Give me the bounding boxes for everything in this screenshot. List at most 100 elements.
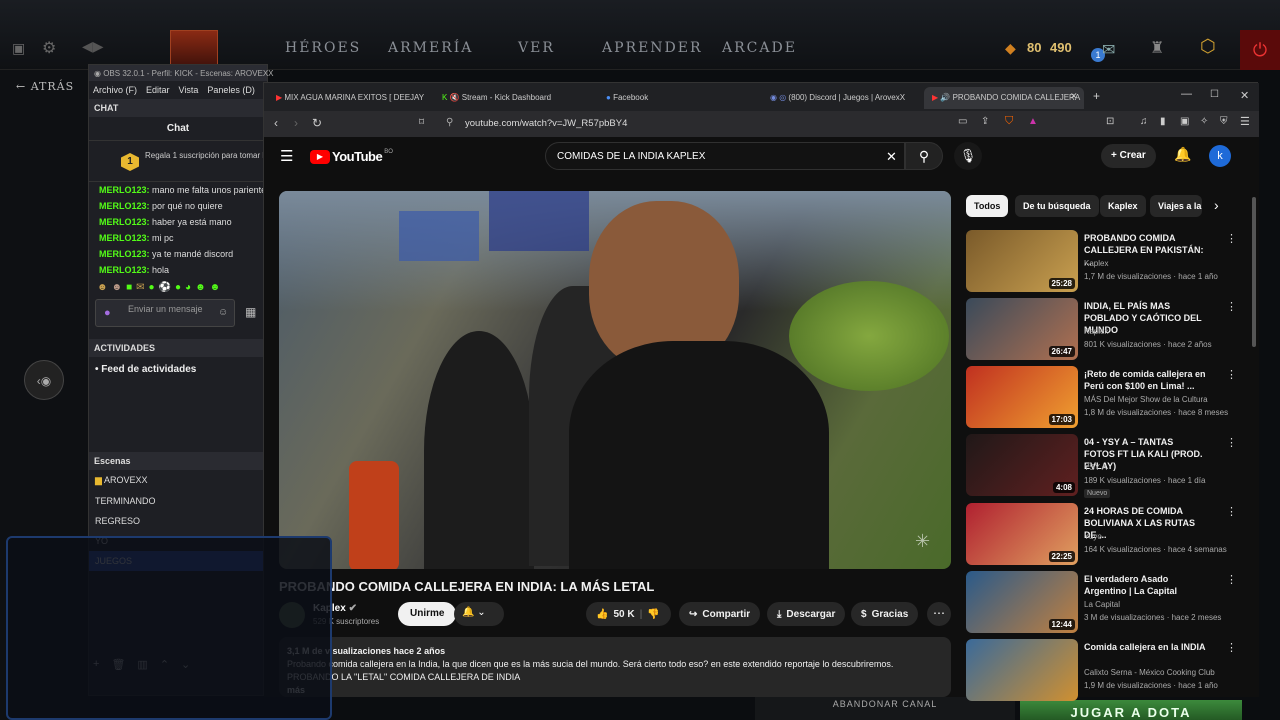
video-thumbnail[interactable]: 17:03: [966, 366, 1078, 428]
recommended-video[interactable]: 17:03 ¡Reto de comida callejera en Perú c…: [966, 366, 1237, 430]
clear-search-icon[interactable]: ✕: [886, 149, 897, 165]
nav-learn[interactable]: APRENDER: [602, 40, 703, 56]
emote-icon[interactable]: ✉: [136, 282, 144, 293]
chat-username[interactable]: MERLO123:: [99, 201, 150, 211]
scene-item[interactable]: TERMINANDO: [89, 491, 267, 511]
chip-channel[interactable]: Kaplex: [1100, 195, 1146, 217]
create-button[interactable]: + Crear: [1101, 144, 1156, 168]
scene-item[interactable]: REGRESO: [89, 511, 267, 531]
youtube-logo[interactable]: ▶ YouTube BO: [310, 149, 393, 164]
sidebar-icon[interactable]: ⊡: [1106, 116, 1114, 127]
recommended-video[interactable]: 12:44 El verdadero Asado Argentino | La C…: [966, 571, 1237, 635]
menu-file[interactable]: Archivo (F): [93, 85, 137, 95]
video-title[interactable]: Comida callejera en la INDIA: [1084, 641, 1206, 653]
menu-docks[interactable]: Paneles (D): [207, 85, 255, 95]
account-avatar[interactable]: k: [1209, 145, 1231, 167]
share-button[interactable]: ↪ Compartir: [679, 602, 761, 626]
more-options-icon[interactable]: ⋮: [1226, 436, 1237, 449]
power-icon[interactable]: ⏻: [1240, 30, 1280, 70]
scrollbar[interactable]: [1252, 197, 1256, 347]
emote-icon[interactable]: ☻: [97, 282, 108, 293]
recommended-video[interactable]: 22:25 24 HORAS DE COMIDA BOLIVIANA X LAS …: [966, 503, 1237, 567]
nav-watch[interactable]: VER: [518, 40, 555, 56]
emoji-icon[interactable]: ☺: [218, 307, 228, 318]
nav-arcade[interactable]: ARCADE: [722, 40, 797, 56]
recommended-video[interactable]: Comida callejera en la INDIA Calixto Sern…: [966, 639, 1237, 703]
video-player[interactable]: ✳: [279, 191, 951, 569]
video-thumbnail[interactable]: 26:47: [966, 298, 1078, 360]
video-thumbnail[interactable]: 22:25: [966, 503, 1078, 565]
more-options-icon[interactable]: ⋮: [1226, 232, 1237, 245]
nav-heroes[interactable]: HÉROES: [285, 40, 361, 56]
chevron-right-icon[interactable]: ›: [1214, 197, 1219, 213]
tab-youtube-active[interactable]: ▶ 🔊 PROBANDO COMIDA CALLEJERA: [924, 87, 1084, 109]
tab-facebook[interactable]: ● Facebook: [598, 87, 758, 109]
subscribe-bell-button[interactable]: 🔔 ⌄: [454, 602, 504, 626]
menu-icon[interactable]: ☰: [1240, 115, 1250, 128]
emote-icon[interactable]: ●: [175, 282, 181, 293]
side-avatar-icon[interactable]: ‹◉: [24, 360, 64, 400]
store-icon[interactable]: ▦: [245, 305, 256, 319]
more-options-icon[interactable]: ⋮: [1226, 641, 1237, 654]
channel-name[interactable]: YSY A: [1084, 463, 1107, 472]
plus-hex-icon[interactable]: ⬡: [1200, 36, 1216, 57]
description-box[interactable]: 3,1 M de visualizaciones hace 2 años Pro…: [279, 637, 951, 697]
emote-icon[interactable]: ●: [149, 282, 155, 293]
more-actions-icon[interactable]: ⋯: [927, 602, 951, 626]
chat-username[interactable]: MERLO123:: [99, 233, 150, 243]
vpn-icon[interactable]: ⛨: [1220, 116, 1228, 127]
url-field[interactable]: youtube.com/watch?v=JW_R57pbBY4: [465, 118, 627, 129]
thanks-button[interactable]: $ Gracias: [851, 602, 919, 626]
more-options-icon[interactable]: ⋮: [1226, 368, 1237, 381]
channel-name[interactable]: Kaplex: [1084, 327, 1108, 336]
brave-shield-icon[interactable]: ⛉: [1005, 115, 1013, 128]
tab-music[interactable]: ▶ MIX AGUA MARINA EXITOS [ DEEJAY: [268, 87, 428, 109]
chat-username[interactable]: MERLO123:: [99, 185, 150, 195]
bookmark-icon[interactable]: ⌑: [419, 117, 424, 128]
media-icon[interactable]: ♫: [1140, 116, 1148, 127]
chat-username[interactable]: MERLO123:: [99, 249, 150, 259]
more-options-icon[interactable]: ⋮: [1226, 300, 1237, 313]
more-options-icon[interactable]: ⋮: [1226, 505, 1237, 518]
arrows-icon[interactable]: ◀▶: [82, 38, 104, 55]
emote-icon[interactable]: ☻: [210, 282, 221, 293]
chip-travel[interactable]: Viajes a la: [1150, 195, 1202, 217]
download-button[interactable]: ⤓ Descargar: [767, 602, 846, 626]
forward-icon[interactable]: ›: [294, 116, 298, 130]
search-input[interactable]: COMIDAS DE LA INDIA KAPLEX ✕: [545, 142, 905, 170]
emote-icon[interactable]: ☻: [195, 282, 206, 293]
tab-discord[interactable]: ◉ ◎ (800) Discord | Juegos | ArovexX: [762, 87, 922, 109]
reader-icon[interactable]: ▮: [1160, 116, 1166, 127]
video-thumbnail[interactable]: 25:28: [966, 230, 1078, 292]
hamburger-icon[interactable]: ☰: [280, 147, 293, 165]
reload-icon[interactable]: ↻: [312, 116, 322, 130]
like-button[interactable]: 👍 50 K | 👎: [586, 602, 671, 626]
channel-name[interactable]: Kaplex: [1084, 259, 1108, 268]
chip-from-search[interactable]: De tu búsqueda: [1015, 195, 1099, 217]
tab-kick[interactable]: K 🔇 Stream - Kick Dashboard: [434, 87, 594, 109]
sub-promo[interactable]: 1 Regala 1 suscripción para tomar la pos…: [89, 140, 267, 182]
video-title[interactable]: 24 HORAS DE COMIDA BOLIVIANA X LAS RUTAS…: [1084, 505, 1206, 541]
menu-edit[interactable]: Editar: [146, 85, 170, 95]
maximize-icon[interactable]: ☐: [1210, 89, 1219, 100]
back-button[interactable]: ← ATRÁS: [16, 80, 74, 93]
menu-view[interactable]: Vista: [179, 85, 199, 95]
emote-icon[interactable]: ☻: [112, 282, 123, 293]
share-page-icon[interactable]: ⇪: [981, 116, 989, 127]
close-window-icon[interactable]: ✕: [1240, 89, 1249, 102]
rewards-icon[interactable]: ▲: [1028, 116, 1038, 127]
more-options-icon[interactable]: ⋮: [1226, 573, 1237, 586]
back-icon[interactable]: ‹: [274, 116, 278, 130]
voice-search-button[interactable]: 🎙: [954, 142, 982, 170]
recommended-video[interactable]: 25:28 PROBANDO COMIDA CALLEJERA EN PAKIST…: [966, 230, 1237, 294]
minimize-icon[interactable]: —: [1181, 88, 1192, 100]
emote-icon[interactable]: ■: [126, 282, 132, 293]
cast-icon[interactable]: ▭: [958, 116, 967, 127]
join-button[interactable]: Unirme: [398, 602, 457, 626]
chat-username[interactable]: MERLO123:: [99, 265, 150, 275]
scene-item[interactable]: ▆ AROVEXX: [89, 470, 267, 491]
chip-all[interactable]: Todos: [966, 195, 1009, 217]
video-thumbnail[interactable]: 4:08: [966, 434, 1078, 496]
chat-username[interactable]: MERLO123:: [99, 217, 150, 227]
show-more-link[interactable]: más: [287, 684, 943, 697]
